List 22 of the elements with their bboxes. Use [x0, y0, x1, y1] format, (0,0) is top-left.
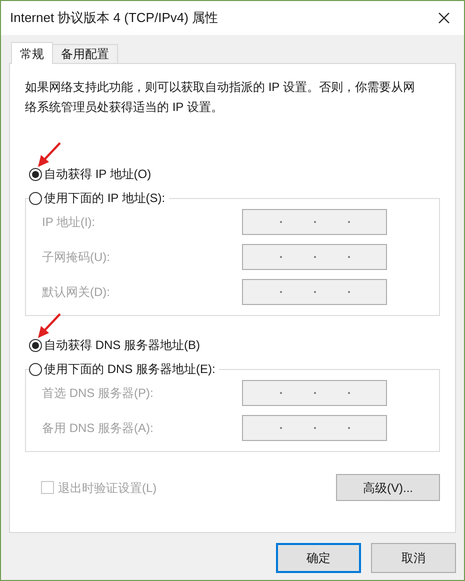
- field-label: IP 地址(I):: [42, 214, 96, 231]
- field-label: 备用 DNS 服务器(A):: [42, 420, 154, 437]
- field-label: 子网掩码(U):: [42, 249, 110, 266]
- radio-button[interactable]: [29, 168, 42, 180]
- ip-address-field[interactable]: [242, 209, 387, 235]
- radio-button[interactable]: [29, 192, 42, 204]
- ip-address-field[interactable]: [242, 380, 387, 406]
- ip-address-field[interactable]: [242, 415, 387, 441]
- dialog-button[interactable]: 取消: [371, 543, 456, 573]
- radio-button[interactable]: [29, 362, 42, 376]
- ip-address-field[interactable]: [242, 279, 387, 305]
- field-label: 默认网关(D):: [42, 284, 110, 301]
- ip-address-field[interactable]: [242, 244, 387, 270]
- window-title: Internet 协议版本 4 (TCP/IPv4) 属性: [10, 9, 218, 28]
- tab[interactable]: 常规: [11, 42, 53, 64]
- close-icon: [438, 12, 450, 24]
- advanced-button[interactable]: 高级(V)...: [336, 474, 440, 501]
- tab[interactable]: 备用配置: [52, 44, 118, 63]
- radio-button[interactable]: [29, 338, 42, 352]
- description-text: 如果网络支持此功能，则可以获取自动指派的 IP 设置。否则，你需要从网络系统管理员处获得适当的 IP 设置。: [25, 79, 416, 116]
- field-label: 首选 DNS 服务器(P):: [42, 385, 154, 402]
- dialog-button[interactable]: 确定: [276, 543, 361, 573]
